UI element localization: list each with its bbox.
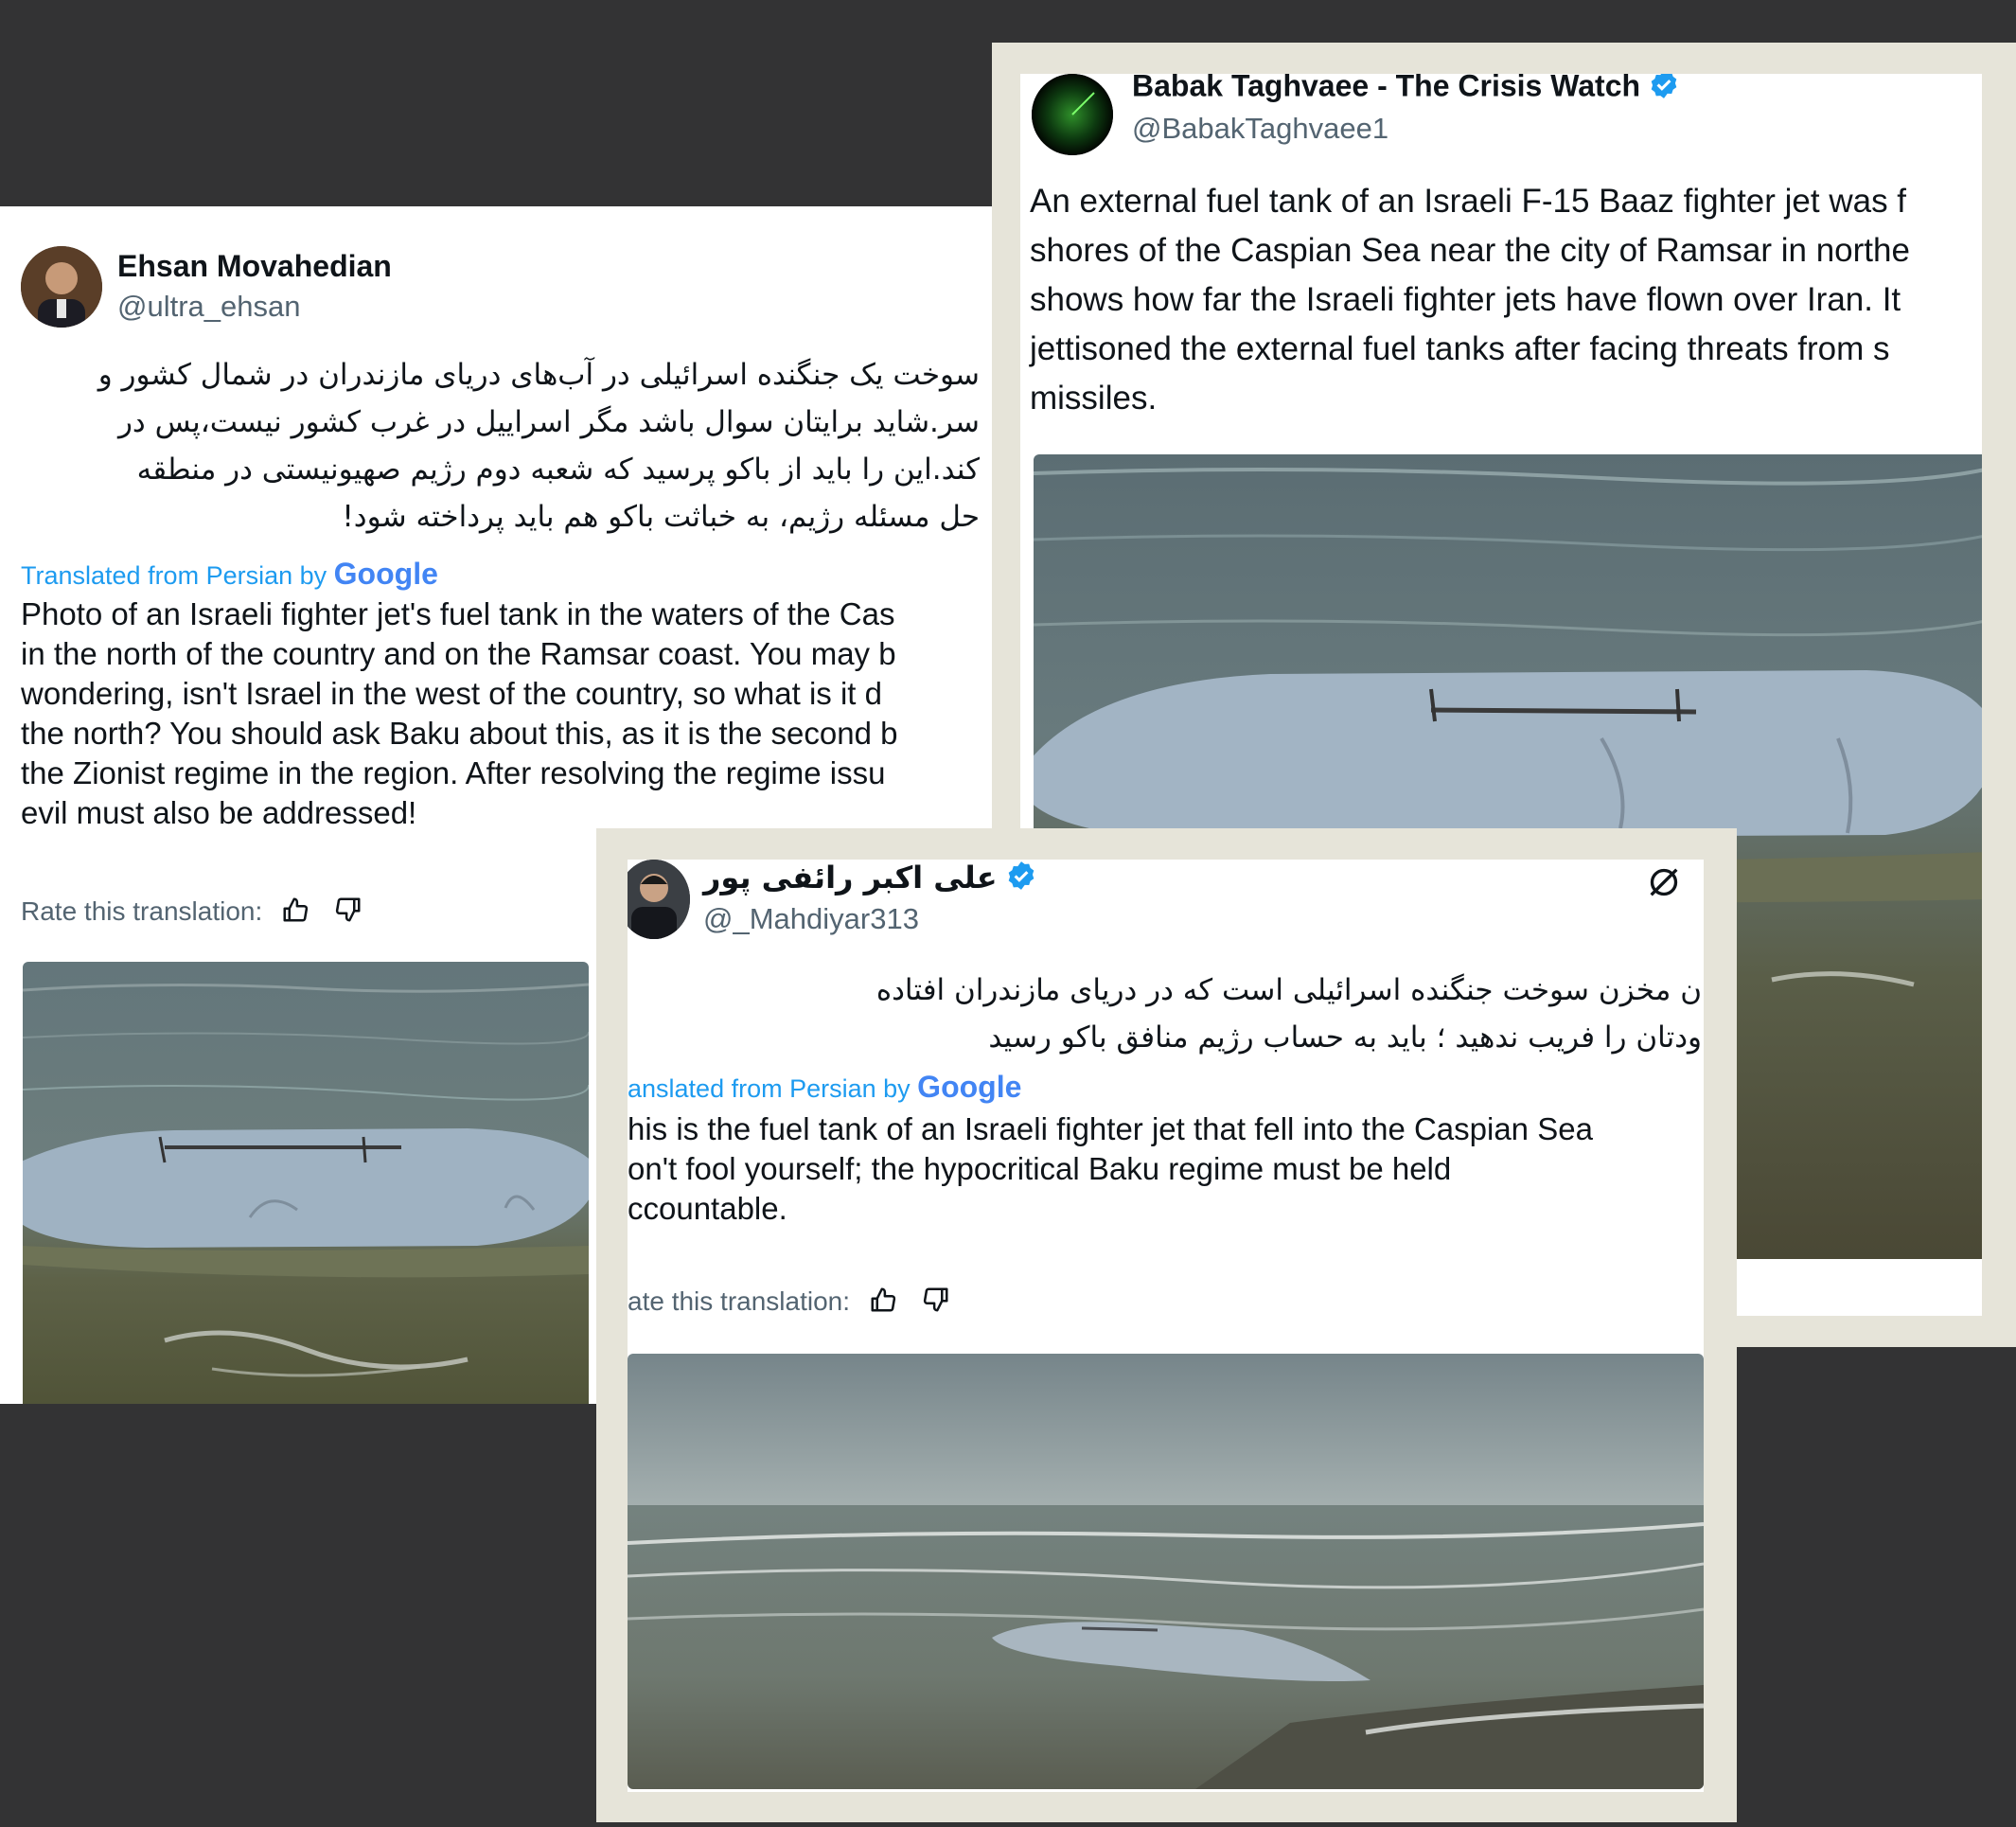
thumbs-up-icon[interactable]	[869, 1286, 897, 1321]
translation-line: on't fool yourself; the hypocritical Bak…	[628, 1151, 1452, 1186]
author-name[interactable]: Babak Taghvaee - The Crisis Watch	[1132, 74, 1680, 108]
google-logo: Google	[333, 557, 438, 591]
translated-prefix: anslated from Persian by	[628, 1074, 911, 1103]
thumbs-up-icon[interactable]	[281, 896, 309, 931]
translated-prefix: Translated from Persian by	[21, 561, 327, 590]
verified-badge-icon	[1648, 74, 1680, 108]
author-handle[interactable]: @ultra_ehsan	[117, 290, 300, 324]
verified-badge-icon	[1005, 860, 1037, 899]
author-name-text: Babak Taghvaee - The Crisis Watch	[1132, 74, 1641, 103]
rate-translation-label: Rate this translation:	[21, 896, 263, 926]
author-name[interactable]: علی اکبر رائفی پور	[703, 860, 1037, 899]
translation-line: wondering, isn't Israel in the west of t…	[21, 676, 882, 711]
translated-from-label[interactable]: anslated from Persian by Google	[628, 1070, 1021, 1105]
original-text-line: کند.این را باید از باکو پرسید که شعبه دو…	[136, 452, 980, 487]
avatar[interactable]	[1032, 74, 1113, 155]
author-handle[interactable]: @_Mahdiyar313	[703, 902, 919, 936]
fuel-tank-in-surf-image	[628, 1354, 1704, 1789]
tweet-text-line: An external fuel tank of an Israeli F-15…	[1030, 183, 1907, 220]
translation-line: ccountable.	[628, 1191, 787, 1226]
translation-line: in the north of the country and on the R…	[21, 636, 896, 671]
original-text-line: سر.شاید برایتان سوال باشد مگر اسراییل در…	[117, 405, 980, 439]
avatar[interactable]	[21, 246, 102, 328]
author-name[interactable]: Ehsan Movahedian	[117, 249, 392, 284]
tweet-text-line: missiles.	[1030, 380, 1158, 417]
translation-line: his is the fuel tank of an Israeli fight…	[628, 1111, 1593, 1146]
tweet-photo[interactable]	[628, 1354, 1704, 1789]
google-logo: Google	[917, 1070, 1022, 1104]
avatar-image	[21, 246, 102, 328]
original-text-line: سوخت یک جنگنده اسرائیلی در آب‌های دریای …	[97, 358, 980, 392]
original-text-line: حل مسئله رژیم، به خباثت باکو هم باید پرد…	[342, 500, 980, 534]
rate-translation-row: Rate this translation:	[21, 896, 363, 931]
tweet-text-line: jettisoned the external fuel tanks after…	[1030, 330, 1890, 367]
avatar[interactable]	[628, 860, 690, 939]
radar-avatar-image	[1032, 74, 1113, 155]
rate-translation-label: ate this translation:	[628, 1286, 851, 1316]
translation-line: the Zionist regime in the region. After …	[21, 755, 886, 790]
original-text-line: ن مخزن سوخت جنگنده اسرائیلی است که در در…	[875, 973, 1702, 1007]
original-text-line: ودتان را فریب ندهید ؛ باید به حساب رژیم …	[988, 1020, 1702, 1055]
thumbs-down-icon[interactable]	[922, 1286, 950, 1321]
translation-line: Photo of an Israeli fighter jet's fuel t…	[21, 596, 895, 631]
author-handle[interactable]: @BabakTaghvaee1	[1132, 112, 1388, 146]
avatar-image	[628, 860, 690, 939]
tweet-photo[interactable]	[23, 962, 589, 1404]
translated-from-label[interactable]: Translated from Persian by Google	[21, 557, 438, 592]
rate-translation-row: ate this translation:	[628, 1286, 950, 1321]
translation-line: evil must also be addressed!	[21, 795, 417, 830]
translation-line: the north? You should ask Baku about thi…	[21, 716, 898, 751]
fuel-tank-on-shore-image	[23, 962, 589, 1404]
thumbs-down-icon[interactable]	[334, 896, 363, 931]
author-name-text: علی اکبر رائفی پور	[703, 860, 998, 896]
tweet-text-line: shores of the Caspian Sea near the city …	[1030, 232, 1910, 269]
tweet-card-mahdiyar: علی اکبر رائفی پور @_Mahdiyar313 ن مخزن …	[628, 860, 1704, 1792]
tweet-text-line: shows how far the Israeli fighter jets h…	[1030, 281, 1901, 318]
grok-icon[interactable]	[1645, 863, 1683, 906]
